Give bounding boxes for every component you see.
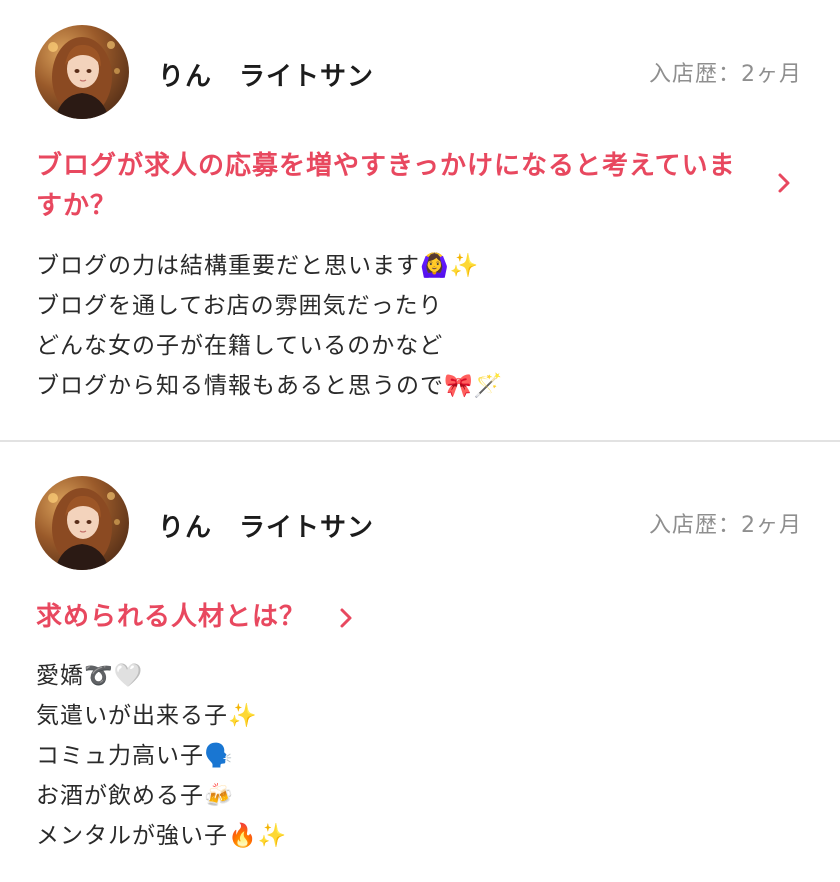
question-link[interactable]: ブログが求人の応募を増やすきっかけになると考えていますか？ (36, 146, 736, 226)
avatar[interactable] (35, 476, 129, 570)
user-name[interactable]: りん ライトサン (158, 56, 374, 93)
chevron-right-icon[interactable] (335, 607, 357, 629)
answer-line: ブログの力は結構重要だと思います🙆‍♀️✨ (36, 253, 480, 279)
answer-line: どんな女の子が在籍しているのかなど (36, 333, 444, 359)
answer-line: コミュ力高い子🗣️ (36, 743, 234, 769)
chevron-right-icon[interactable] (773, 172, 795, 194)
avatar-image (48, 488, 120, 570)
answer-text: ブログの力は結構重要だと思います🙆‍♀️✨ ブログを通してお店の雰囲気だったり … (36, 246, 503, 406)
answer-line: ブログを通してお店の雰囲気だったり (36, 293, 443, 319)
answer-line: メンタルが強い子🔥✨ (36, 823, 288, 849)
post-card: りん ライトサン 入店歴：2ヶ月 ブログが求人の応募を増やすきっかけになると考え… (0, 0, 840, 441)
answer-text: 愛嬌➰🤍 気遣いが出来る子✨ コミュ力高い子🗣️ お酒が飲める子🍻 メンタルが強… (36, 656, 287, 856)
answer-line: 気遣いが出来る子✨ (36, 703, 258, 729)
user-name[interactable]: りん ライトサン (158, 507, 374, 544)
post-card: りん ライトサン 入店歴：2ヶ月 求められる人材とは？ 愛嬌➰🤍 気遣いが出来る… (0, 441, 840, 882)
avatar-image (48, 37, 120, 119)
answer-line: お酒が飲める子🍻 (36, 783, 234, 809)
avatar[interactable] (35, 25, 129, 119)
tenure-label: 入店歴：2ヶ月 (649, 513, 802, 538)
answer-line: 愛嬌➰🤍 (36, 663, 144, 689)
tenure-label: 入店歴：2ヶ月 (649, 62, 802, 87)
answer-line: ブログから知る情報もあると思うので🎀🪄 (36, 373, 504, 399)
question-link[interactable]: 求められる人材とは？ (36, 597, 306, 637)
